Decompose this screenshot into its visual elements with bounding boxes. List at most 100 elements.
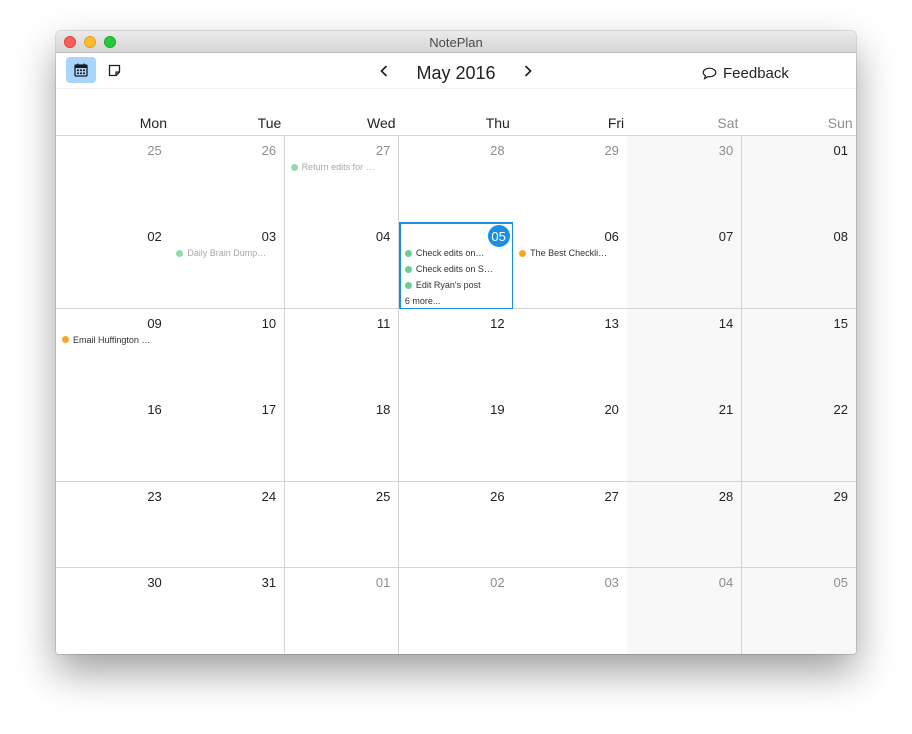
event-item[interactable]: Return edits for … — [290, 159, 395, 175]
event-list: Daily Brain Dump… — [176, 245, 280, 261]
day-cell[interactable]: 21 — [627, 395, 743, 483]
day-cell[interactable]: 29 — [513, 136, 628, 223]
day-cell[interactable]: 08 — [741, 222, 856, 310]
calendar-view-button[interactable] — [66, 57, 96, 83]
window-title: NotePlan — [429, 35, 483, 50]
title-bar[interactable]: NotePlan — [56, 31, 856, 53]
day-cell[interactable]: 20 — [513, 395, 628, 483]
day-number: 24 — [261, 488, 277, 504]
day-cell[interactable]: 30 — [627, 136, 743, 223]
day-number: 26 — [261, 143, 277, 158]
day-number: 12 — [490, 315, 505, 331]
day-cell[interactable]: 27 Return edits for … — [284, 136, 400, 223]
day-cell[interactable]: 26 — [398, 481, 514, 569]
day-number: 01 — [833, 143, 848, 158]
day-cell[interactable]: 29 — [741, 481, 856, 569]
day-number: 06 — [604, 229, 619, 245]
day-cell[interactable]: 12 — [398, 308, 514, 396]
day-number: 26 — [490, 488, 505, 504]
weekday-header-fri: Fri — [607, 115, 625, 131]
day-number: 25 — [375, 488, 391, 504]
day-number: 17 — [261, 402, 277, 418]
day-cell[interactable]: 02 — [398, 568, 514, 654]
today-highlight — [398, 222, 515, 310]
day-cell[interactable]: 18 — [284, 395, 400, 483]
event-title: The Best Checkli… — [530, 248, 608, 259]
day-number: 03 — [604, 575, 619, 590]
day-cell[interactable]: 06 The Best Checkli… — [513, 222, 628, 310]
weekday-header-row: Mon Tue Wed Thu Fri Sat Sun — [56, 89, 856, 136]
day-cell[interactable]: 28 — [398, 136, 514, 223]
day-cell[interactable]: 19 — [398, 395, 514, 483]
day-number: 27 — [375, 143, 391, 158]
day-cell[interactable]: 26 — [170, 136, 286, 223]
day-number: 04 — [375, 229, 391, 245]
event-list: Return edits for … — [290, 159, 395, 175]
weekday-header-thu: Thu — [485, 115, 510, 131]
day-cell[interactable]: 09 Email Huffington … — [56, 308, 171, 396]
day-number: 11 — [376, 315, 391, 331]
event-status-dot — [290, 163, 298, 171]
day-cell[interactable]: 24 — [170, 481, 286, 569]
day-cell[interactable]: 30 — [56, 568, 171, 654]
day-cell[interactable]: 11 — [284, 308, 400, 396]
day-cell[interactable]: 07 — [627, 222, 743, 310]
day-number: 08 — [833, 229, 848, 245]
day-number: 29 — [604, 143, 619, 158]
day-cell[interactable]: 22 — [741, 395, 856, 483]
month-title: May 2016 — [416, 63, 496, 83]
day-number: 14 — [718, 315, 734, 331]
event-item[interactable]: Email Huffington … — [62, 332, 166, 348]
day-cell[interactable]: 14 — [627, 308, 743, 396]
event-list: The Best Checkli… — [519, 245, 623, 261]
day-number: 22 — [833, 402, 848, 418]
notes-view-button[interactable] — [99, 57, 129, 83]
day-number: 16 — [147, 402, 162, 418]
day-number: 13 — [604, 315, 619, 331]
day-cell[interactable]: 03 — [513, 568, 628, 654]
day-cell[interactable]: 05 — [741, 568, 856, 654]
feedback-button[interactable]: Feedback — [702, 63, 789, 83]
day-cell[interactable]: 31 — [170, 568, 286, 654]
chevron-left-icon — [380, 65, 388, 77]
day-number: 15 — [833, 315, 848, 331]
day-cell[interactable]: 04 — [284, 222, 400, 310]
app-window: NotePlan May 2016 Feedback Mon Tue Wed T… — [56, 31, 856, 654]
day-cell[interactable]: 25 — [56, 136, 171, 223]
day-cell[interactable]: 01 — [741, 136, 856, 223]
day-cell[interactable]: 16 — [56, 395, 171, 483]
day-cell[interactable]: 27 — [513, 481, 628, 569]
day-number: 02 — [147, 229, 162, 245]
event-item[interactable]: The Best Checkli… — [519, 245, 623, 261]
day-cell[interactable]: 03 Daily Brain Dump… — [170, 222, 286, 310]
day-cell[interactable]: 28 — [627, 481, 743, 569]
day-number: 21 — [718, 402, 734, 418]
next-month-button[interactable] — [518, 60, 538, 82]
day-cell[interactable]: 15 — [741, 308, 856, 396]
event-list: Email Huffington … — [62, 332, 166, 348]
day-number: 02 — [490, 575, 505, 590]
day-cell[interactable]: 04 — [627, 568, 743, 654]
day-cell[interactable]: 17 — [170, 395, 286, 483]
day-cell[interactable]: 10 — [170, 308, 286, 396]
weekday-header-wed: Wed — [367, 115, 396, 131]
event-item[interactable]: Daily Brain Dump… — [176, 245, 280, 261]
previous-month-button[interactable] — [374, 60, 394, 82]
day-number: 05 — [833, 575, 848, 590]
day-cell[interactable]: 23 — [56, 481, 171, 569]
weekday-header-sun: Sun — [827, 115, 853, 131]
day-number: 28 — [490, 143, 505, 158]
day-number: 04 — [718, 575, 734, 590]
event-status-dot — [176, 249, 184, 257]
feedback-label: Feedback — [723, 64, 789, 82]
month-grid: 25 26 27 Return edits for … 28 29 30 01 02 03 Dail… — [56, 136, 856, 654]
day-cell[interactable]: 13 — [513, 308, 628, 396]
day-number: 25 — [147, 143, 162, 158]
chevron-right-icon — [524, 65, 532, 77]
day-cell[interactable]: 25 — [284, 481, 400, 569]
day-cell[interactable]: 01 — [284, 568, 400, 654]
day-cell[interactable]: 02 — [56, 222, 171, 310]
event-title: Email Huffington … — [73, 334, 151, 345]
day-number: 27 — [604, 488, 619, 504]
day-number: 29 — [833, 488, 848, 504]
